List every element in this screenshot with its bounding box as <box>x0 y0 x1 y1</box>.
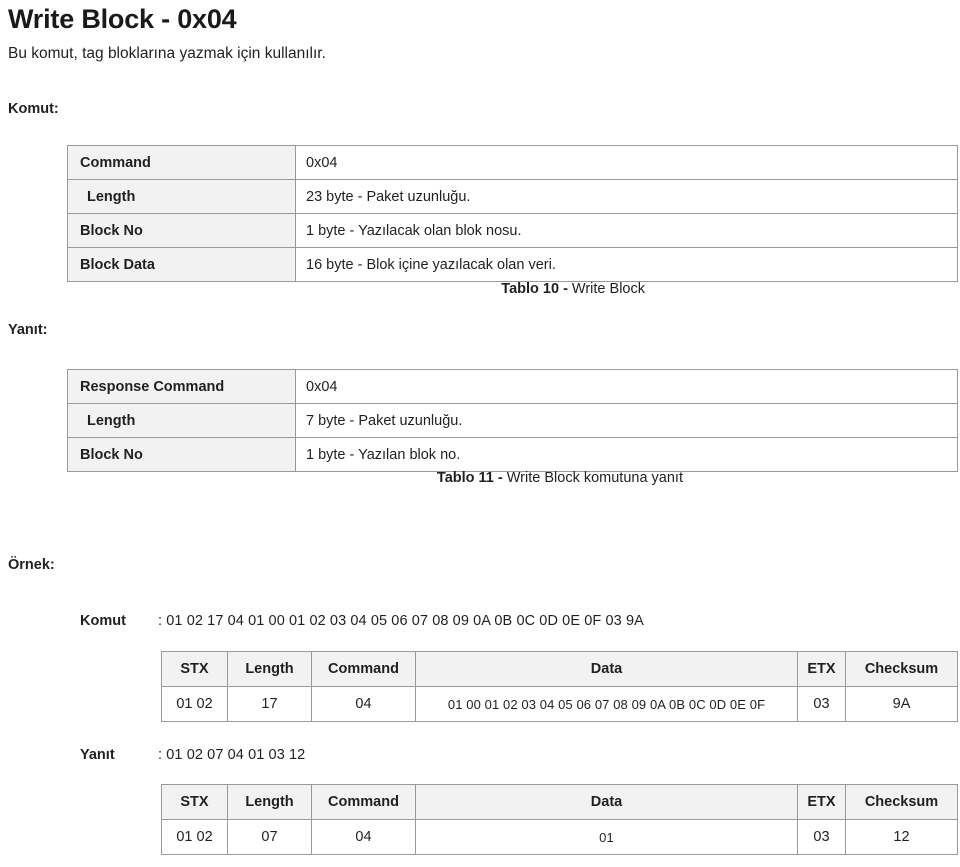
column-header-etx: ETX <box>797 651 846 687</box>
spec-value: 1 byte - Yazılacak olan blok nosu. <box>295 213 958 248</box>
column-header-length: Length <box>227 651 312 687</box>
table-row: Block No 1 byte - Yazılan blok no. <box>67 437 958 472</box>
command-section-label: Komut: <box>8 101 59 117</box>
table-row: Response Command 0x04 <box>67 369 958 404</box>
intro-paragraph: Bu komut, tag bloklarına yazmak için kul… <box>8 45 326 62</box>
column-header-command: Command <box>311 651 416 687</box>
table-row: Command 0x04 <box>67 145 958 180</box>
column-header-data: Data <box>415 651 798 687</box>
table-header-row: STX Length Command Data ETX Checksum <box>161 651 958 687</box>
table-row: 01 02 17 04 01 00 01 02 03 04 05 06 07 0… <box>161 686 958 722</box>
table-header-row: STX Length Command Data ETX Checksum <box>161 784 958 820</box>
table-row: Length 7 byte - Paket uzunluğu. <box>67 403 958 438</box>
caption-number: Tablo 10 - <box>501 281 568 297</box>
spec-value: 7 byte - Paket uzunluğu. <box>295 403 958 438</box>
example-response-bytes: : 01 02 07 04 01 03 12 <box>158 747 306 763</box>
page-title: Write Block - 0x04 <box>8 4 237 34</box>
example-section-label: Örnek: <box>8 557 55 573</box>
column-header-data: Data <box>415 784 798 820</box>
spec-key: Command <box>67 145 296 180</box>
column-header-stx: STX <box>161 651 228 687</box>
spec-value: 16 byte - Blok içine yazılacak olan veri… <box>295 247 958 282</box>
cell-length: 17 <box>227 686 312 722</box>
cell-stx: 01 02 <box>161 686 228 722</box>
response-section-label: Yanıt: <box>8 322 48 338</box>
example-command-label: Komut <box>80 613 126 629</box>
table-10-caption: Tablo 10 - Write Block <box>0 281 645 297</box>
command-spec-table: Command 0x04 Length 23 byte - Paket uzun… <box>67 145 958 282</box>
cell-length: 07 <box>227 819 312 855</box>
table-row: Length 23 byte - Paket uzunluğu. <box>67 179 958 214</box>
spec-key: Response Command <box>67 369 296 404</box>
column-header-length: Length <box>227 784 312 820</box>
spec-key: Block No <box>67 213 296 248</box>
cell-etx: 03 <box>797 686 846 722</box>
column-header-stx: STX <box>161 784 228 820</box>
table-row: Block Data 16 byte - Blok içine yazılaca… <box>67 247 958 282</box>
spec-key: Length <box>67 403 296 438</box>
cell-etx: 03 <box>797 819 846 855</box>
cell-checksum: 9A <box>845 686 958 722</box>
example-response-label: Yanıt <box>80 747 115 763</box>
spec-value: 23 byte - Paket uzunluğu. <box>295 179 958 214</box>
response-spec-table: Response Command 0x04 Length 7 byte - Pa… <box>67 369 958 472</box>
example-command-bytes: : 01 02 17 04 01 00 01 02 03 04 05 06 07… <box>158 613 644 629</box>
column-header-checksum: Checksum <box>845 784 958 820</box>
cell-command: 04 <box>311 819 416 855</box>
spec-key: Block No <box>67 437 296 472</box>
column-header-command: Command <box>311 784 416 820</box>
cell-command: 04 <box>311 686 416 722</box>
cell-stx: 01 02 <box>161 819 228 855</box>
spec-value: 0x04 <box>295 369 958 404</box>
cell-checksum: 12 <box>845 819 958 855</box>
column-header-checksum: Checksum <box>845 651 958 687</box>
table-row: Block No 1 byte - Yazılacak olan blok no… <box>67 213 958 248</box>
spec-key: Length <box>67 179 296 214</box>
spec-value: 0x04 <box>295 145 958 180</box>
spec-value: 1 byte - Yazılan blok no. <box>295 437 958 472</box>
cell-data: 01 <box>415 819 798 855</box>
command-frame-table: STX Length Command Data ETX Checksum 01 … <box>161 651 958 722</box>
caption-text: Write Block <box>567 281 645 297</box>
table-11-caption: Tablo 11 - Write Block komutuna yanıt <box>0 470 683 486</box>
column-header-etx: ETX <box>797 784 846 820</box>
response-frame-table: STX Length Command Data ETX Checksum 01 … <box>161 784 958 855</box>
cell-data: 01 00 01 02 03 04 05 06 07 08 09 0A 0B 0… <box>415 686 798 722</box>
spec-key: Block Data <box>67 247 296 282</box>
caption-number: Tablo 11 - <box>436 470 503 486</box>
caption-text: Write Block komutuna yanıt <box>502 470 683 486</box>
table-row: 01 02 07 04 01 03 12 <box>161 819 958 855</box>
